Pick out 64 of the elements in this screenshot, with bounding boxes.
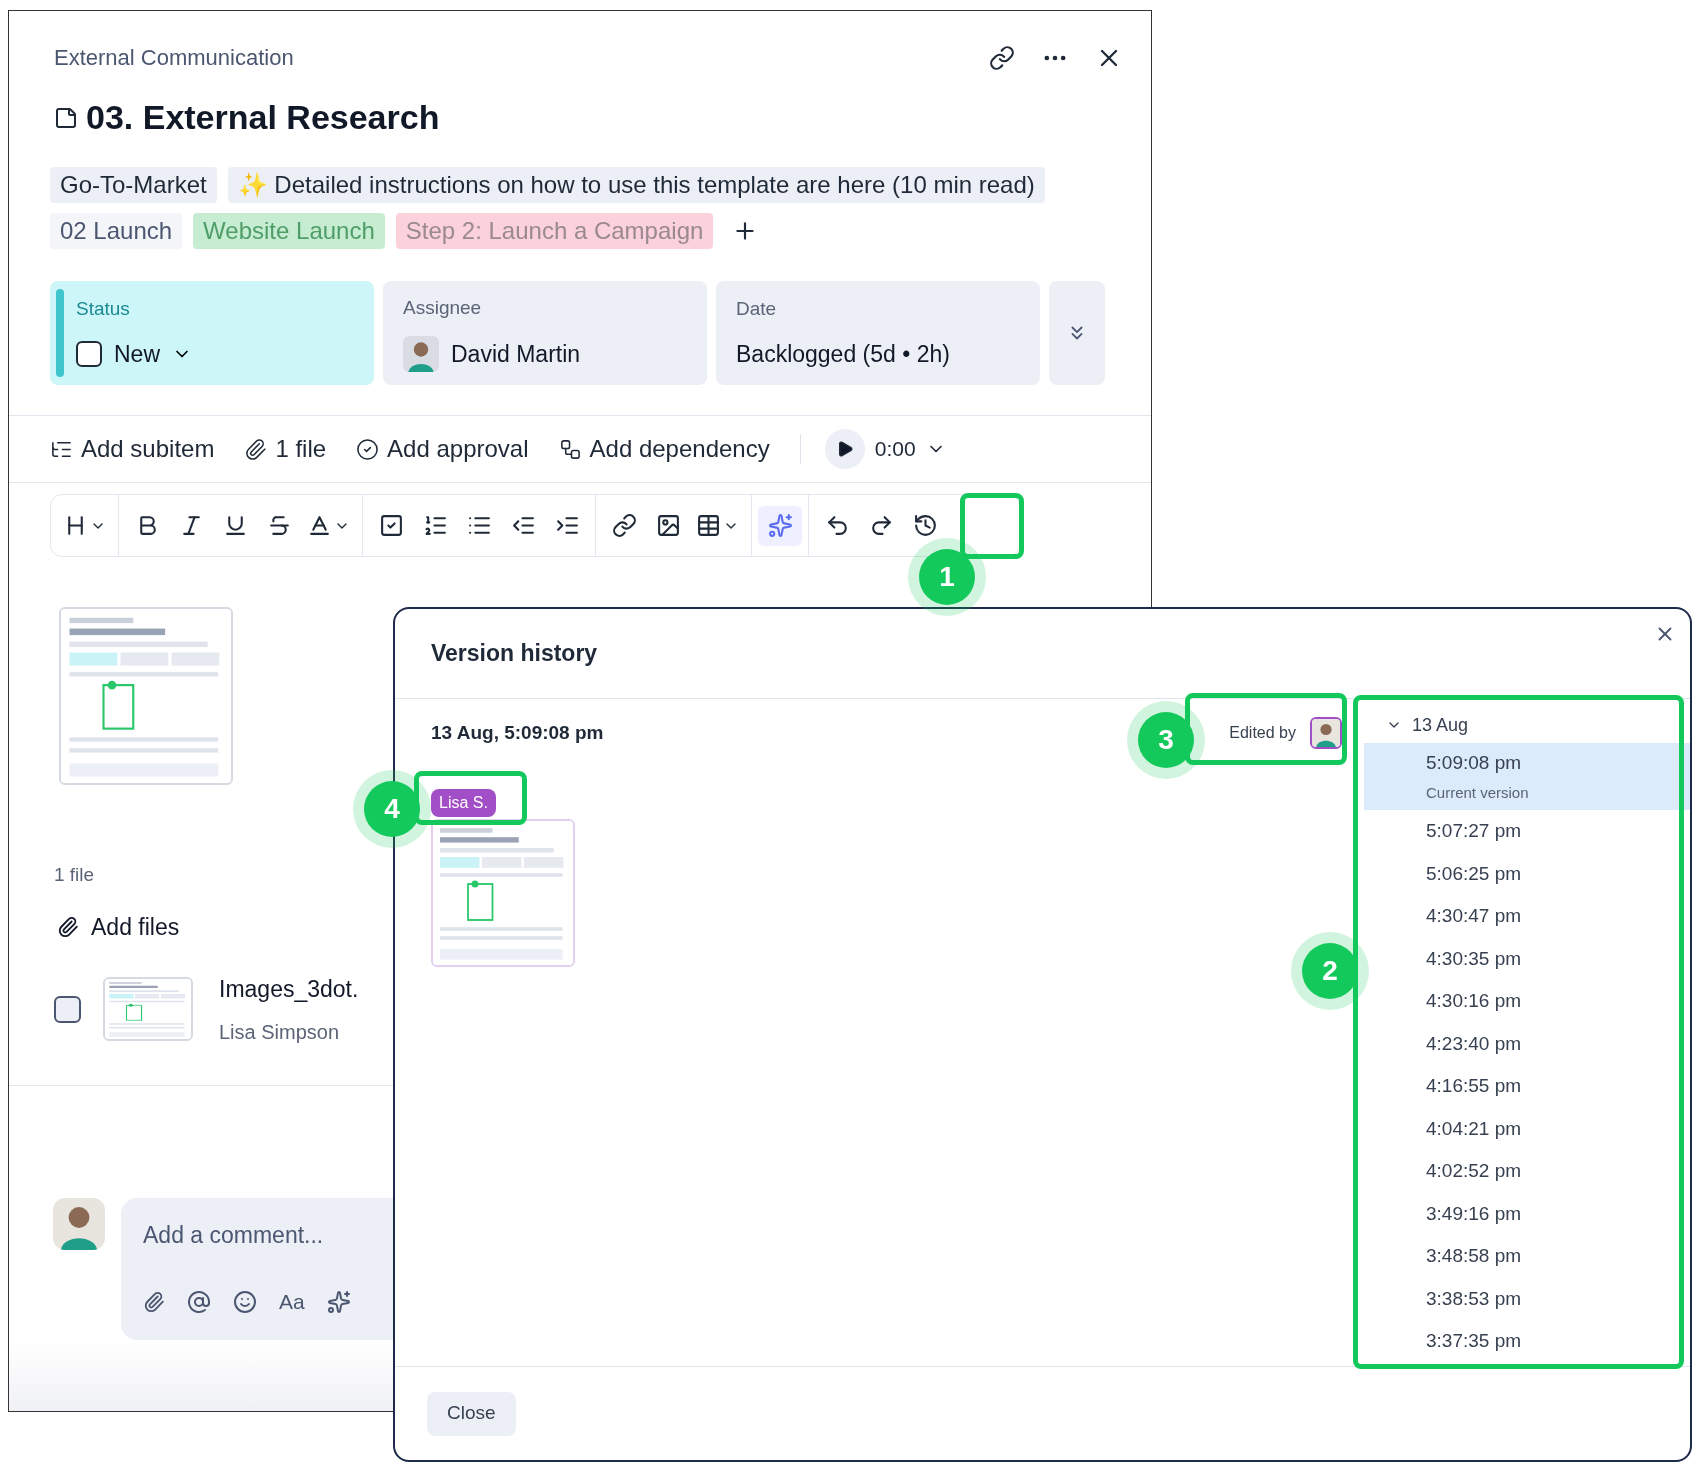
field-value: New bbox=[114, 340, 160, 369]
version-item[interactable]: 5:09:08 pm Current version bbox=[1364, 743, 1690, 810]
version-item[interactable]: 3:37:35 pm bbox=[1364, 1320, 1690, 1363]
format-button[interactable]: Aa bbox=[279, 1286, 305, 1318]
version-item[interactable]: 3:38:53 pm bbox=[1364, 1277, 1690, 1320]
tag[interactable]: Go-To-Market bbox=[50, 167, 217, 203]
avatar bbox=[403, 336, 439, 373]
tag[interactable]: 02 Launch bbox=[50, 213, 183, 249]
field-label: Status bbox=[75, 296, 131, 321]
link-icon[interactable] bbox=[989, 44, 1015, 71]
paperclip-icon bbox=[57, 915, 79, 938]
tag[interactable]: ✨ Detailed instructions on how to use this template are here (10 min read) bbox=[227, 167, 1045, 203]
mention-icon[interactable] bbox=[187, 1289, 211, 1314]
version-item[interactable]: 3:48:58 pm bbox=[1364, 1235, 1690, 1278]
edited-by-label: Edited by bbox=[1229, 723, 1296, 743]
version-item[interactable]: 4:16:55 pm bbox=[1364, 1065, 1690, 1108]
file-name: Images_3dot. bbox=[219, 975, 359, 1004]
field-card[interactable]: Assignee David Martin bbox=[383, 281, 707, 385]
check-circle-icon bbox=[356, 437, 380, 461]
dialog-title: Version history bbox=[431, 639, 598, 669]
add-files-button[interactable]: Add files bbox=[57, 909, 180, 944]
callout-marker: 2 bbox=[1291, 932, 1369, 1010]
callout-marker: 4 bbox=[353, 770, 431, 848]
expand-fields-button[interactable] bbox=[1049, 281, 1105, 385]
action-button[interactable]: Add subitem bbox=[50, 431, 215, 467]
callout-marker: 3 bbox=[1127, 701, 1205, 779]
paperclip-icon bbox=[244, 437, 268, 461]
note-icon bbox=[54, 105, 78, 130]
dependency-icon bbox=[558, 437, 582, 461]
breadcrumb: External Communication bbox=[54, 44, 294, 72]
attach-icon[interactable] bbox=[143, 1290, 165, 1313]
file-owner: Lisa Simpson bbox=[219, 1019, 341, 1045]
close-button[interactable]: Close bbox=[427, 1391, 516, 1436]
version-item[interactable]: 3:49:16 pm bbox=[1364, 1192, 1690, 1235]
version-item[interactable]: 4:23:40 pm bbox=[1364, 1022, 1690, 1065]
author-tag: Lisa S. bbox=[431, 789, 496, 817]
version-item[interactable]: 5:06:25 pm bbox=[1364, 852, 1690, 895]
avatar bbox=[1312, 719, 1340, 747]
field-value: David Martin bbox=[451, 340, 581, 369]
field-label: Assignee bbox=[403, 295, 483, 320]
file-checkbox[interactable] bbox=[54, 995, 81, 1023]
comment-placeholder: Add a comment... bbox=[143, 1220, 325, 1250]
action-button[interactable]: Add approval bbox=[356, 431, 529, 467]
task-title: 03. External Research bbox=[86, 97, 440, 138]
action-button[interactable]: 1 file bbox=[244, 431, 327, 467]
date-group-header[interactable]: 13 Aug bbox=[1364, 707, 1469, 743]
field-card[interactable]: Status New bbox=[50, 281, 374, 385]
sparkle-icon[interactable] bbox=[758, 505, 802, 546]
field-label: Date bbox=[736, 296, 778, 321]
play-button[interactable] bbox=[824, 429, 865, 469]
version-item[interactable]: 4:04:21 pm bbox=[1364, 1107, 1690, 1150]
avatar bbox=[53, 1197, 105, 1250]
version-date: 13 Aug, 5:09:08 pm bbox=[431, 720, 604, 745]
field-card[interactable]: Date Backlogged (5d • 2h) bbox=[716, 281, 1040, 385]
timer: 0:00 bbox=[874, 436, 916, 463]
version-item[interactable]: 5:07:27 pm bbox=[1364, 810, 1690, 853]
callout-marker: 1 bbox=[908, 538, 986, 616]
field-value: Backlogged (5d • 2h) bbox=[736, 340, 950, 369]
emoji-icon[interactable] bbox=[233, 1289, 257, 1314]
sparkle-icon[interactable] bbox=[326, 1289, 351, 1314]
action-button[interactable]: Add dependency bbox=[558, 431, 770, 467]
file-count: 1 file bbox=[54, 863, 95, 887]
status-checkbox[interactable] bbox=[76, 341, 102, 368]
version-item[interactable]: 4:02:52 pm bbox=[1364, 1150, 1690, 1193]
